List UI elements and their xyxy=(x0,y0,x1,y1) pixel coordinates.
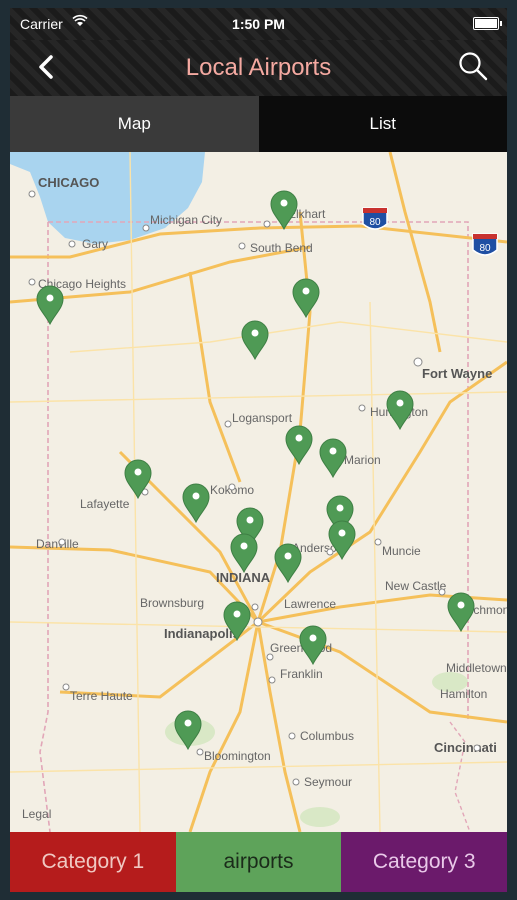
label-michigan-city: Michigan City xyxy=(150,213,222,227)
label-middletown: Middletown xyxy=(446,661,507,675)
svg-text:80: 80 xyxy=(369,217,381,228)
label-bloomington: Bloomington xyxy=(204,749,271,763)
phone-screen: Carrier 1:50 PM Local Airports Map List xyxy=(10,8,507,892)
label-hamilton: Hamilton xyxy=(440,687,487,701)
airport-pin-icon[interactable] xyxy=(230,533,258,574)
label-new-castle: New Castle xyxy=(385,579,447,593)
airport-pin-icon[interactable] xyxy=(285,425,313,466)
label-chicago: CHICAGO xyxy=(38,175,99,190)
category-bar: Category 1 airports Category 3 xyxy=(10,832,507,892)
label-marion: Marion xyxy=(344,453,381,467)
svg-text:80: 80 xyxy=(479,243,491,254)
search-icon[interactable] xyxy=(457,50,489,82)
airport-map[interactable]: 80 80 CHICAGO Gary Michigan City Elkhart… xyxy=(10,152,507,832)
airport-pin-icon[interactable] xyxy=(274,543,302,584)
category-1-button[interactable]: Category 1 xyxy=(10,832,176,892)
label-indiana: INDIANA xyxy=(216,570,271,585)
clock: 1:50 PM xyxy=(232,16,285,32)
airport-pin-icon[interactable] xyxy=(270,190,298,231)
label-terre-haute: Terre Haute xyxy=(70,689,133,703)
airports-category-button[interactable]: airports xyxy=(175,832,342,892)
label-south-bend: South Bend xyxy=(250,241,313,255)
nav-bar: Local Airports xyxy=(10,40,507,96)
interstate-80-shield: 80 xyxy=(362,207,388,230)
state-border-river xyxy=(449,721,471,832)
label-fort-wayne: Fort Wayne xyxy=(422,366,492,381)
lake-michigan xyxy=(10,152,205,244)
airport-pin-icon[interactable] xyxy=(447,592,475,633)
page-title: Local Airports xyxy=(185,54,332,81)
airport-pin-icon[interactable] xyxy=(182,483,210,524)
status-bar: Carrier 1:50 PM xyxy=(10,8,507,40)
label-brownsburg: Brownsburg xyxy=(140,596,204,610)
category-3-button[interactable]: Category 3 xyxy=(341,832,507,892)
label-danville: Danville xyxy=(36,537,79,551)
label-franklin: Franklin xyxy=(280,667,323,681)
interstate-80-shield: 80 xyxy=(472,233,498,256)
state-border-east xyxy=(48,221,469,722)
label-muncie: Muncie xyxy=(382,544,421,558)
airport-pin-icon[interactable] xyxy=(36,285,64,326)
label-columbus: Columbus xyxy=(300,729,354,743)
airport-pin-icon[interactable] xyxy=(319,438,347,479)
view-tabs: Map List xyxy=(10,96,507,152)
airport-pin-icon[interactable] xyxy=(241,320,269,361)
tab-map[interactable]: Map xyxy=(10,96,259,152)
label-indianapolis: Indianapolis xyxy=(164,626,240,641)
label-logansport: Logansport xyxy=(232,411,293,425)
label-lawrence: Lawrence xyxy=(284,597,336,611)
airport-pin-icon[interactable] xyxy=(299,625,327,666)
airport-pin-icon[interactable] xyxy=(292,278,320,319)
label-lafayette: Lafayette xyxy=(80,497,130,511)
label-cincinnati: Cincinnati xyxy=(434,740,497,755)
battery-icon xyxy=(473,17,502,30)
airport-pin-icon[interactable] xyxy=(386,390,414,431)
tab-list[interactable]: List xyxy=(258,96,507,152)
legal-link[interactable]: Legal xyxy=(22,807,51,821)
label-seymour: Seymour xyxy=(304,775,352,789)
city-labels: CHICAGO Gary Michigan City Elkhart South… xyxy=(22,175,507,821)
map-canvas: 80 80 CHICAGO Gary Michigan City Elkhart… xyxy=(10,152,507,832)
park-area xyxy=(300,807,340,827)
label-gary: Gary xyxy=(82,237,108,251)
